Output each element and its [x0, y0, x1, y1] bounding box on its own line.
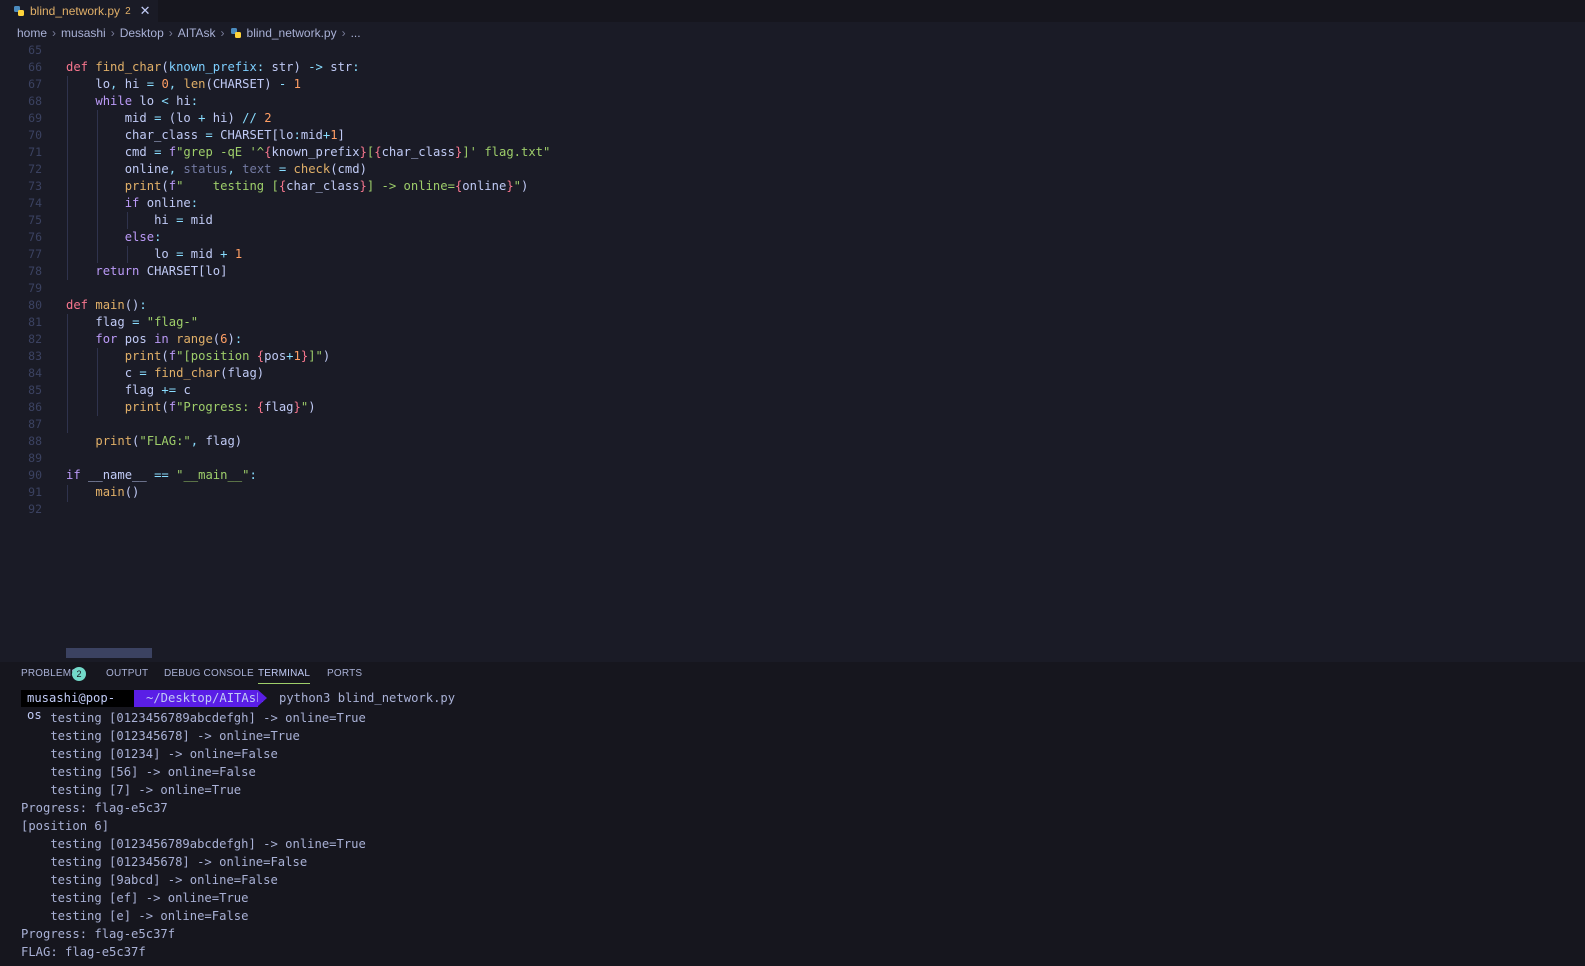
code-editor[interactable]: 65 66 def find_char(known_prefix: str) ->…	[0, 42, 1585, 662]
line-number: 72	[28, 162, 42, 176]
chevron-right-icon: ›	[341, 26, 346, 40]
tab-terminal[interactable]: TERMINAL	[258, 668, 311, 684]
line-number: 69	[28, 111, 42, 125]
line-number: 79	[28, 281, 42, 295]
line-number: 87	[28, 417, 42, 431]
terminal-output-line: testing [012345678] -> online=False	[21, 855, 308, 869]
line-number: 88	[28, 434, 42, 448]
line-number: 82	[28, 332, 42, 346]
python-icon	[14, 6, 24, 16]
line-number: 71	[28, 145, 42, 159]
chevron-right-icon: ›	[220, 26, 225, 40]
line-number: 84	[28, 366, 42, 380]
problems-count-badge: 2	[72, 667, 86, 681]
line-number: 68	[28, 94, 42, 108]
breadcrumb: home › musashi › Desktop › AITAsk › blin…	[17, 24, 361, 42]
line-number: 81	[28, 315, 42, 329]
line-number: 73	[28, 179, 42, 193]
line-number: 66	[28, 60, 42, 74]
line-number: 65	[28, 43, 42, 57]
line-number: 76	[28, 230, 42, 244]
horizontal-scrollbar[interactable]	[66, 648, 152, 658]
terminal-output-line: testing [0123456789abcdefgh] -> online=T…	[21, 711, 366, 725]
terminal-output-line: testing [ef] -> online=True	[21, 891, 249, 905]
line-number: 86	[28, 400, 42, 414]
line-number: 83	[28, 349, 42, 363]
tab-problems[interactable]: PROBLEMS	[21, 668, 78, 679]
chevron-right-icon: ›	[52, 26, 57, 40]
line-number: 85	[28, 383, 42, 397]
breadcrumb-item-file[interactable]: blind_network.py	[247, 26, 337, 40]
terminal-output-line: testing [56] -> online=False	[21, 765, 256, 779]
terminal-output-line: Progress: flag-e5c37f	[21, 927, 176, 941]
terminal-output-line: [position 6]	[21, 819, 110, 833]
terminal-output-line: testing [7] -> online=True	[21, 783, 242, 797]
breadcrumb-item-desktop[interactable]: Desktop	[120, 26, 164, 40]
line-number: 89	[28, 451, 42, 465]
breadcrumb-item-musashi[interactable]: musashi	[61, 26, 106, 40]
line-number: 75	[28, 213, 42, 227]
terminal-output-line: testing [01234] -> online=False	[21, 747, 278, 761]
tab-problem-count: 2	[125, 5, 131, 17]
line-number: 78	[28, 264, 42, 278]
line-number: 74	[28, 196, 42, 210]
breadcrumb-item-aitask[interactable]: AITAsk	[178, 26, 216, 40]
tab-debug-console[interactable]: DEBUG CONSOLE	[164, 668, 254, 679]
terminal-command: python3 blind_network.py	[279, 691, 456, 705]
line-number: 80	[28, 298, 42, 312]
line-number: 92	[28, 502, 42, 516]
tab-filename: blind_network.py	[30, 4, 121, 18]
line-number: 90	[28, 468, 42, 482]
editor-tab-bar: blind_network.py 2 ✕	[0, 0, 1585, 22]
breadcrumb-item-symbol[interactable]: ...	[351, 26, 361, 40]
terminal-output-line: testing [0123456789abcdefgh] -> online=T…	[21, 837, 366, 851]
terminal-output-line: testing [e] -> online=False	[21, 909, 249, 923]
terminal-output-line: Progress: flag-e5c37	[21, 801, 168, 815]
terminal-output-line: testing [012345678] -> online=True	[21, 729, 300, 743]
tab-output[interactable]: OUTPUT	[106, 668, 148, 679]
breadcrumb-item-home[interactable]: home	[17, 26, 47, 40]
terminal-output-line: testing [9abcd] -> online=False	[21, 873, 278, 887]
prompt-separator	[258, 690, 267, 706]
tab-ports[interactable]: PORTS	[327, 668, 362, 679]
prompt-path: ~/Desktop/AITAsk	[134, 690, 263, 707]
terminal-output-line: FLAG: flag-e5c37f	[21, 945, 146, 959]
chevron-right-icon: ›	[168, 26, 173, 40]
chevron-right-icon: ›	[110, 26, 115, 40]
prompt-user: musashi@pop-os	[21, 690, 134, 722]
tab-blind-network[interactable]: blind_network.py 2 ✕	[0, 0, 158, 22]
line-number: 67	[28, 77, 42, 91]
line-number: 70	[28, 128, 42, 142]
python-icon	[230, 28, 241, 38]
close-icon[interactable]: ✕	[140, 4, 151, 19]
line-number: 91	[28, 485, 42, 499]
line-number: 77	[28, 247, 42, 261]
